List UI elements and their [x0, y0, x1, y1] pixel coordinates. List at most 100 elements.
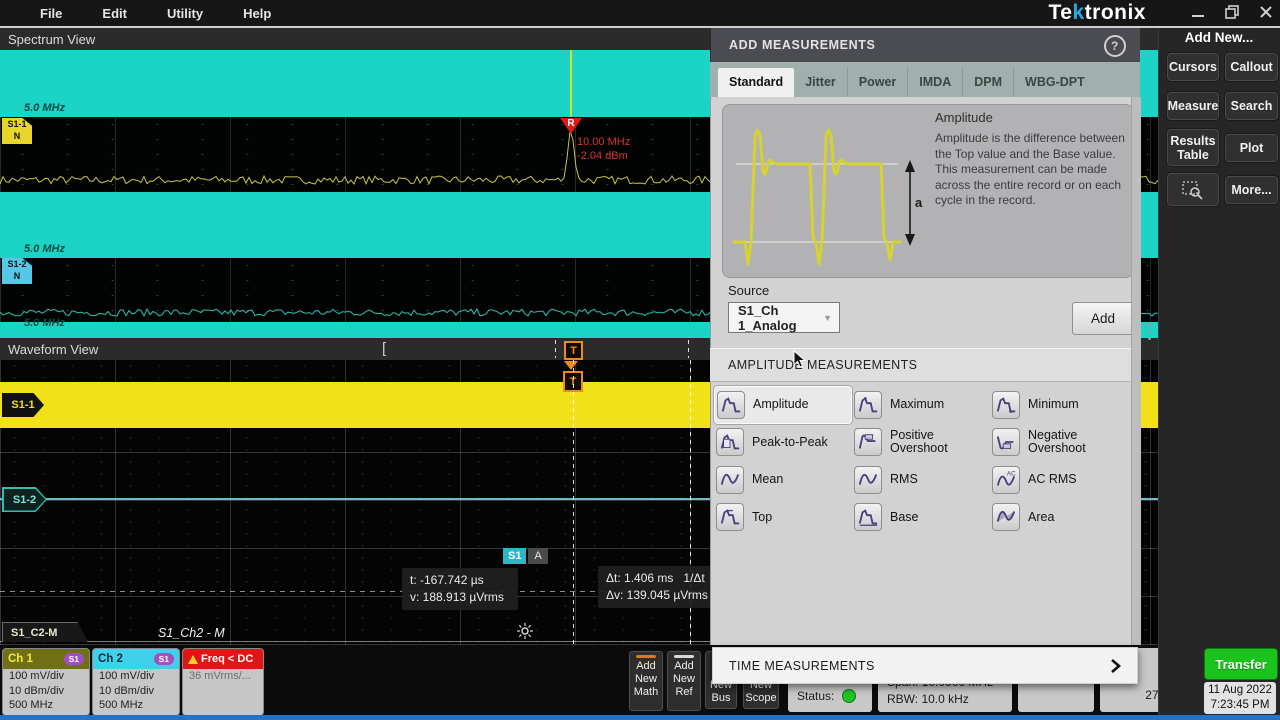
nav-cursor-tick: [688, 340, 689, 358]
menu-utility[interactable]: Utility: [167, 6, 203, 21]
measurement-grid: Amplitude Maximum Minimum Peak-to-Peak P…: [714, 386, 1142, 536]
waveform-tab-s1-ch2-m[interactable]: S1_Ch2 - M: [158, 626, 225, 640]
nav-bracket[interactable]: [: [382, 340, 386, 357]
warning-badge[interactable]: Freq < DC 36 mVrms/...: [182, 648, 264, 716]
ac-sine-icon[interactable]: AC: [992, 466, 1020, 494]
zoom-box-icon: [1181, 179, 1205, 201]
tab-standard[interactable]: Standard: [718, 68, 794, 97]
menu-edit[interactable]: Edit: [102, 6, 127, 21]
chevron-right-icon: [1110, 658, 1121, 674]
cursor-badge[interactable]: S1 A: [503, 548, 548, 564]
sine-waveform-icon[interactable]: [854, 466, 882, 494]
measurement-ac-rms[interactable]: AC AC RMS: [990, 461, 1128, 499]
scale-label: 5.0 MHz: [24, 317, 65, 329]
cursor-a-readout: t: -167.742 µsv: 188.913 µVrms: [402, 568, 518, 610]
results-table-button[interactable]: Results Table: [1166, 128, 1220, 167]
more-button[interactable]: More...: [1224, 175, 1279, 205]
amplitude-arrow-label: a: [915, 195, 922, 210]
menu-file[interactable]: File: [40, 6, 62, 21]
overshoot-up-icon[interactable]: [854, 428, 882, 456]
datetime-box[interactable]: 11 Aug 20227:23:45 PM: [1204, 682, 1276, 714]
add-new-ref-button[interactable]: Add New Ref: [666, 650, 702, 712]
pulse-waveform-icon[interactable]: [717, 391, 745, 419]
add-new-title: Add New...: [1158, 30, 1280, 45]
dialog-tab-strip: Standard Jitter Power IMDA DPM WBG-DPT: [710, 62, 1140, 97]
ch2-s1-tag: S1: [154, 653, 174, 665]
dialog-title-bar[interactable]: ADD MEASUREMENTS ?: [710, 28, 1140, 62]
warning-label: Freq < DC: [201, 653, 253, 665]
ch1-s1-tag: S1: [64, 653, 84, 665]
plot-button[interactable]: Plot: [1224, 133, 1279, 163]
trigger-arrow-icon[interactable]: [564, 361, 578, 370]
amplitude-diagram: [730, 112, 930, 270]
channel-badge-ch1[interactable]: Ch 1 S1 100 mV/div 10 dBm/div 500 MHz: [2, 648, 90, 716]
add-button[interactable]: Add: [1072, 302, 1134, 335]
pulse-waveform-icon[interactable]: [854, 391, 882, 419]
search-button[interactable]: Search: [1224, 91, 1279, 121]
oscilloscope-app: File Edit Utility Help Tektronix Spectru…: [0, 0, 1280, 720]
chevron-down-icon: ▼: [823, 313, 832, 323]
measurement-negative-overshoot[interactable]: Negative Overshoot: [990, 424, 1128, 462]
add-new-math-button[interactable]: Add New Math: [628, 650, 664, 712]
callout-button[interactable]: Callout: [1224, 52, 1279, 82]
nav-trigger-icon[interactable]: T: [564, 341, 583, 360]
tab-imda[interactable]: IMDA: [908, 68, 963, 97]
svg-text:AC: AC: [1007, 470, 1016, 477]
measure-button[interactable]: Measure: [1166, 91, 1220, 121]
measurement-amplitude[interactable]: Amplitude: [714, 386, 852, 424]
sine-waveform-icon[interactable]: [716, 466, 744, 494]
status-ok-icon: [842, 689, 856, 703]
ch1-name: Ch 1: [8, 653, 33, 665]
cursors-button[interactable]: Cursors: [1166, 52, 1220, 82]
panel-splitter[interactable]: [1140, 28, 1158, 720]
amplitude-measurements-header[interactable]: AMPLITUDE MEASUREMENTS: [710, 348, 1140, 382]
cursor-a-badge: A: [528, 548, 547, 564]
pulse-waveform-icon[interactable]: [716, 503, 744, 531]
bottom-accent-line: [0, 715, 1280, 720]
source-dropdown[interactable]: S1_Ch 1_Analog ▼: [728, 302, 840, 333]
close-icon[interactable]: [1258, 4, 1274, 20]
transfer-button[interactable]: Transfer: [1204, 648, 1278, 680]
area-waveform-icon[interactable]: [992, 503, 1020, 531]
help-icon[interactable]: ?: [1104, 35, 1126, 57]
zoom-button[interactable]: [1166, 172, 1220, 207]
measurement-peak-to-peak[interactable]: Peak-to-Peak: [714, 424, 852, 462]
dialog-scrollbar[interactable]: [1131, 97, 1141, 645]
pulse-waveform-icon[interactable]: [992, 391, 1020, 419]
measurement-rms[interactable]: RMS: [852, 461, 990, 499]
measurement-top[interactable]: Top: [714, 499, 852, 537]
status-box: Status:: [788, 680, 872, 712]
tab-power[interactable]: Power: [848, 68, 909, 97]
mouse-cursor-icon: [793, 350, 806, 369]
cursor-a-line[interactable]: [573, 360, 574, 645]
minimize-icon[interactable]: [1190, 4, 1206, 20]
waveform-tab-s1-c2-m[interactable]: S1_C2-M: [2, 622, 88, 642]
measurement-area[interactable]: Area: [990, 499, 1128, 537]
rf-marker-line[interactable]: [570, 50, 572, 117]
measurement-positive-overshoot[interactable]: Positive Overshoot: [852, 424, 990, 462]
waveform-baseline: [0, 641, 710, 642]
source-label: Source: [728, 283, 769, 298]
ch2-name: Ch 2: [98, 653, 123, 665]
restore-icon[interactable]: [1224, 4, 1240, 20]
tab-wbg-dpt[interactable]: WBG-DPT: [1014, 68, 1096, 97]
pulse-waveform-icon[interactable]: [716, 428, 744, 456]
pulse-waveform-icon[interactable]: [854, 503, 882, 531]
menu-help[interactable]: Help: [243, 6, 271, 21]
cursor-handle-icon[interactable]: [516, 622, 534, 640]
splitter-handle-icon[interactable]: [1140, 323, 1158, 340]
tektronix-logo: Tektronix: [1049, 1, 1146, 25]
menu-divider: [0, 26, 1280, 28]
time-measurements-header[interactable]: TIME MEASUREMENTS: [712, 647, 1138, 684]
spectrum-view-label: Spectrum View: [8, 32, 95, 47]
overshoot-down-icon[interactable]: [992, 428, 1020, 456]
tab-dpm[interactable]: DPM: [963, 68, 1014, 97]
channel-badge-ch2[interactable]: Ch 2 S1 100 mV/div 10 dBm/div 500 MHz: [92, 648, 180, 716]
scale-label: 5.0 MHz: [24, 243, 65, 255]
measurement-base[interactable]: Base: [852, 499, 990, 537]
scale-label: 5.0 MHz: [24, 102, 65, 114]
measurement-maximum[interactable]: Maximum: [852, 386, 990, 424]
tab-jitter[interactable]: Jitter: [794, 68, 848, 97]
measurement-minimum[interactable]: Minimum: [990, 386, 1128, 424]
measurement-mean[interactable]: Mean: [714, 461, 852, 499]
